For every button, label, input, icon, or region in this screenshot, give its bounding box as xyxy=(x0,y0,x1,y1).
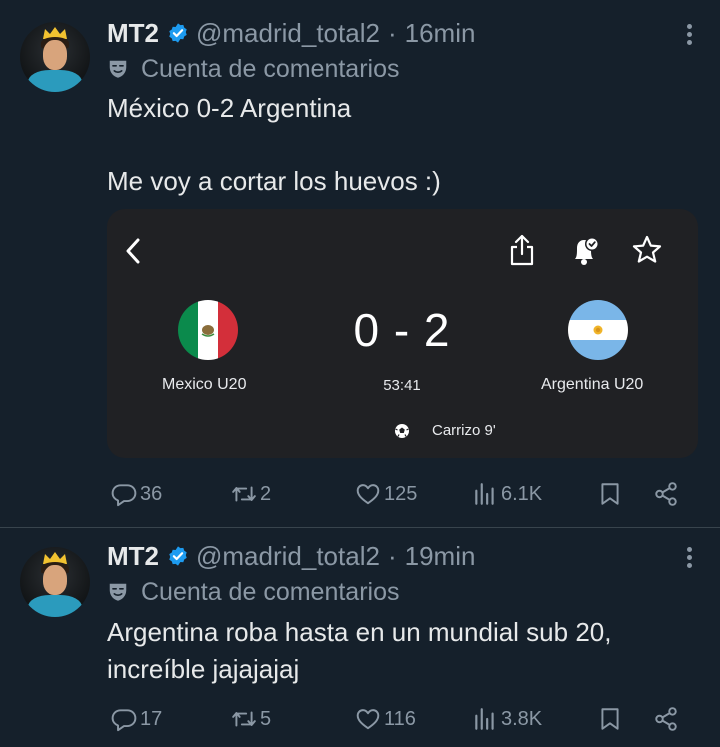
tweet-text-line-2: Me voy a cortar los huevos :) xyxy=(107,166,441,196)
views-button[interactable]: 3.8K xyxy=(472,704,542,734)
user-handle[interactable]: @madrid_total2 xyxy=(196,18,380,49)
share-icon xyxy=(655,707,677,731)
retweet-count: 5 xyxy=(260,707,272,730)
away-team-name: Argentina U20 xyxy=(541,376,644,393)
avatar-face xyxy=(43,565,67,595)
bookmark-icon xyxy=(601,483,619,505)
heart-icon xyxy=(356,484,380,505)
separator-dot: · xyxy=(387,17,397,48)
account-label-text: Cuenta de comentarios xyxy=(141,577,400,606)
views-chart-icon xyxy=(475,708,494,730)
views-button[interactable]: 6.1K xyxy=(472,479,542,509)
separator-dot: · xyxy=(387,540,397,571)
share-button[interactable] xyxy=(653,704,682,734)
tweet-actions: 17 5 116 3.8K xyxy=(0,704,720,734)
retweet-button[interactable]: 2 xyxy=(231,479,271,509)
account-label-text: Cuenta de comentarios xyxy=(141,54,400,83)
reply-button[interactable]: 36 xyxy=(111,479,162,509)
theater-masks-icon xyxy=(109,60,127,78)
like-button[interactable]: 125 xyxy=(355,479,417,509)
tweet[interactable]: MT2 @madrid_total2 · 16min Cuenta de com… xyxy=(0,0,720,528)
more-options-icon[interactable] xyxy=(686,547,694,571)
avatar-face xyxy=(43,40,67,70)
views-chart-icon xyxy=(475,483,494,505)
verified-badge-icon[interactable] xyxy=(167,22,189,44)
bookmark-icon xyxy=(601,708,619,730)
retweet-icon xyxy=(232,486,256,502)
back-arrow-icon[interactable] xyxy=(122,237,144,265)
retweet-count: 2 xyxy=(260,482,272,505)
user-handle[interactable]: @madrid_total2 xyxy=(196,541,380,572)
match-score-card[interactable]: Mexico U20 0 - 2 Argentina U20 53:41 Car… xyxy=(107,209,698,458)
mexico-flag-icon xyxy=(178,300,238,360)
more-options-icon[interactable] xyxy=(686,24,694,48)
timestamp[interactable]: 16min xyxy=(405,18,476,49)
avatar-shirt xyxy=(28,70,82,92)
reply-count: 17 xyxy=(140,707,163,730)
view-count: 3.8K xyxy=(501,707,543,730)
tweet-text: Argentina roba hasta en un mundial sub 2… xyxy=(107,617,612,684)
theater-masks-icon xyxy=(109,583,127,601)
timestamp[interactable]: 19min xyxy=(405,541,476,572)
home-team-name: Mexico U20 xyxy=(162,376,247,393)
view-count: 6.1K xyxy=(501,482,543,505)
display-name[interactable]: MT2 xyxy=(107,541,159,572)
argentina-flag-icon xyxy=(568,300,628,360)
bookmark-button[interactable] xyxy=(597,704,626,734)
like-count: 116 xyxy=(384,707,416,730)
account-label: Cuenta de comentarios xyxy=(107,577,399,607)
soccer-ball-icon xyxy=(395,424,409,438)
account-label: Cuenta de comentarios xyxy=(107,54,399,84)
reply-button[interactable]: 17 xyxy=(111,704,162,734)
retweet-button[interactable]: 5 xyxy=(231,704,271,734)
avatar[interactable] xyxy=(20,22,90,92)
star-favorite-icon[interactable] xyxy=(631,234,663,266)
avatar-shirt xyxy=(28,595,82,617)
match-clock: 53:41 xyxy=(383,377,421,394)
match-score: 0 - 2 xyxy=(353,304,451,356)
share-button[interactable] xyxy=(653,479,682,509)
share-icon xyxy=(655,482,677,506)
goal-scorer: Carrizo 9' xyxy=(432,422,496,439)
heart-icon xyxy=(356,709,380,730)
upload-share-icon[interactable] xyxy=(507,233,537,267)
verified-badge-icon[interactable] xyxy=(167,545,189,567)
like-button[interactable]: 116 xyxy=(355,704,416,734)
reply-icon xyxy=(111,484,137,507)
tweet-header: MT2 @madrid_total2 · 16min xyxy=(107,16,475,50)
notification-bell-icon[interactable] xyxy=(568,233,602,267)
avatar[interactable] xyxy=(20,547,90,617)
tweet[interactable]: MT2 @madrid_total2 · 19min Cuenta de com… xyxy=(0,528,720,747)
retweet-icon xyxy=(232,711,256,727)
bookmark-button[interactable] xyxy=(597,479,626,509)
tweet-header: MT2 @madrid_total2 · 19min xyxy=(107,539,475,573)
tweet-actions: 36 2 125 6.1K xyxy=(0,479,720,509)
tweet-text-line-1: México 0-2 Argentina xyxy=(107,93,352,123)
reply-icon xyxy=(111,709,137,732)
like-count: 125 xyxy=(384,482,418,505)
reply-count: 36 xyxy=(140,482,163,505)
display-name[interactable]: MT2 xyxy=(107,18,159,49)
